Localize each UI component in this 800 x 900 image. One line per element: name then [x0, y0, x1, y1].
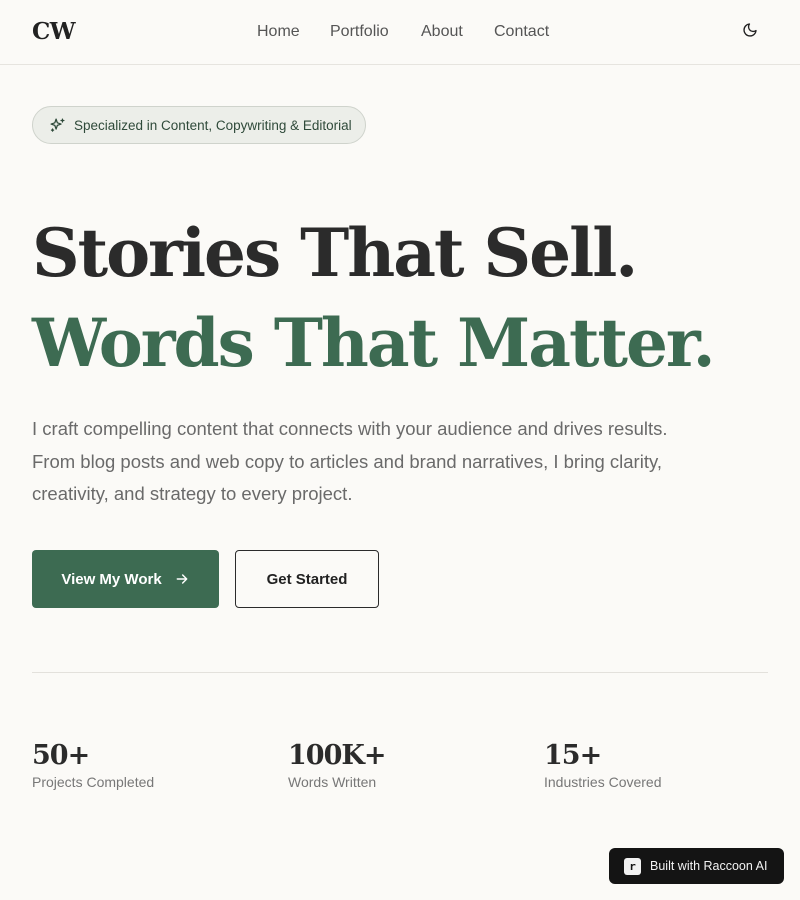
hero-intro: I craft compelling content that connects… [32, 413, 732, 511]
nav-home[interactable]: Home [257, 22, 300, 42]
hero-intro-line: creativity, and strategy to every projec… [32, 483, 353, 504]
stat-value: 15+ [544, 740, 602, 771]
get-started-button[interactable]: Get Started [235, 550, 379, 608]
built-with-raccoon-badge[interactable]: r Built with Raccoon AI [609, 848, 784, 884]
stat-label: Industries Covered [544, 774, 662, 790]
moon-icon [742, 22, 758, 43]
specialty-badge: Specialized in Content, Copywriting & Ed… [32, 106, 366, 144]
arrow-right-icon [174, 571, 190, 587]
stat-label: Words Written [288, 774, 377, 790]
specialty-badge-text: Specialized in Content, Copywriting & Ed… [74, 117, 352, 133]
hero-intro-line: I craft compelling content that connects… [32, 418, 668, 439]
hero-headline-line-1: Stories That Sell. [32, 214, 638, 292]
nav-portfolio[interactable]: Portfolio [330, 22, 389, 42]
section-divider [32, 672, 768, 673]
stat-projects: 50+ Projects Completed [32, 740, 154, 790]
stat-words: 100K+ Words Written [288, 740, 386, 790]
stat-label: Projects Completed [32, 774, 155, 790]
get-started-label: Get Started [266, 570, 348, 588]
nav-about[interactable]: About [421, 22, 463, 42]
raccoon-logo-icon: r [624, 857, 641, 875]
main-nav: Home Portfolio About Contact [0, 22, 800, 44]
view-my-work-label: View My Work [61, 570, 162, 588]
page: CW Home Portfolio About Contact Speciali… [0, 0, 800, 900]
hero-headline-line-2: Words That Matter. [32, 304, 716, 382]
stat-value: 100K+ [288, 740, 386, 771]
nav-contact[interactable]: Contact [494, 22, 549, 42]
hero-intro-line: From blog posts and web copy to articles… [32, 450, 662, 472]
built-with-text: Built with Raccoon AI [650, 859, 768, 873]
view-my-work-button[interactable]: View My Work [32, 550, 219, 608]
stat-industries: 15+ Industries Covered [544, 740, 662, 790]
sparkles-icon [49, 117, 66, 134]
theme-toggle-button[interactable] [740, 22, 760, 42]
stat-value: 50+ [32, 740, 90, 771]
site-header: CW Home Portfolio About Contact [0, 0, 800, 65]
